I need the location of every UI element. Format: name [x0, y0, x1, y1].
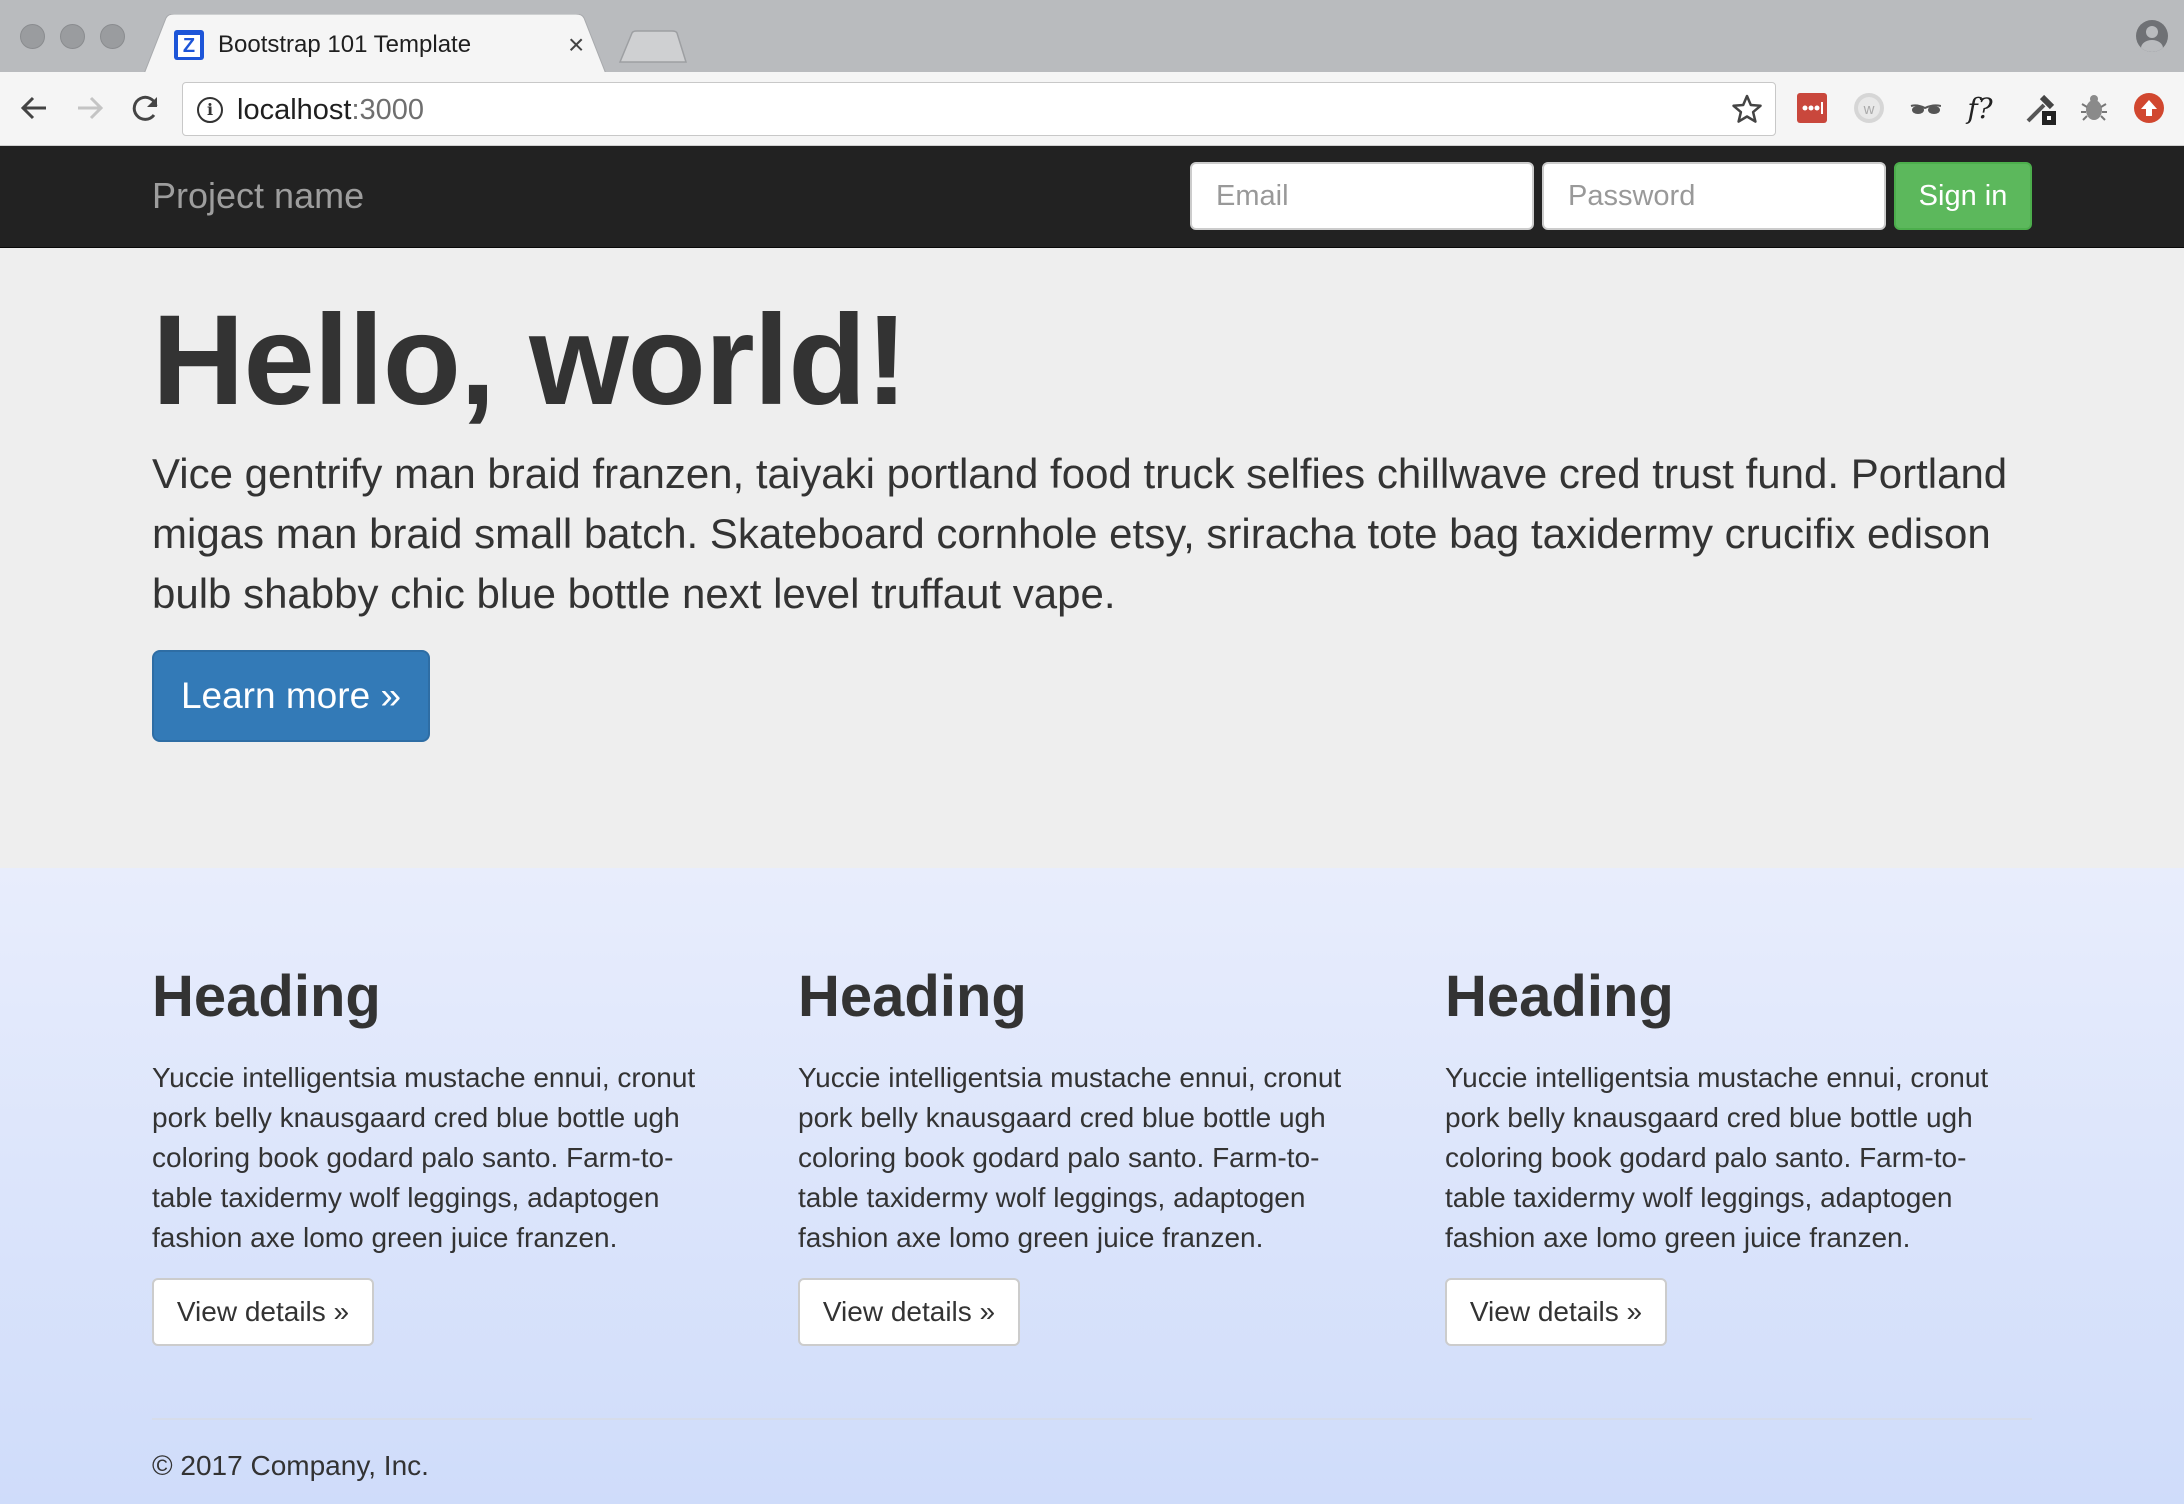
eyedropper-icon[interactable]: [2024, 92, 2056, 125]
window-minimize-button[interactable]: [60, 24, 85, 49]
browser-toolbar: i localhost:3000 w f?: [0, 72, 2184, 146]
url-text: localhost:3000: [237, 94, 425, 126]
column-2: Heading Yuccie intelligentsia mustache e…: [798, 962, 1358, 1346]
bookmark-star-icon[interactable]: [1731, 93, 1763, 125]
back-arrow-icon[interactable]: [14, 88, 54, 128]
content-area: Heading Yuccie intelligentsia mustache e…: [0, 868, 2184, 1504]
view-details-button[interactable]: View details »: [798, 1278, 1020, 1346]
glasses-icon[interactable]: [1909, 92, 1941, 124]
column-heading: Heading: [798, 964, 1027, 1029]
lastpass-icon[interactable]: [1796, 92, 1828, 124]
column-text: Yuccie intelligentsia mustache ennui, cr…: [798, 1062, 1342, 1253]
column-1: Heading Yuccie intelligentsia mustache e…: [152, 962, 712, 1346]
forward-arrow-icon[interactable]: [70, 88, 110, 128]
page-viewport: Project name Sign in Hello, world! Vice …: [0, 146, 2184, 1504]
footer-divider: [152, 1418, 2032, 1420]
window-zoom-button[interactable]: [100, 24, 125, 49]
column-heading: Heading: [1445, 964, 1674, 1029]
svg-text:w: w: [1863, 101, 1875, 118]
browser-tab-strip: Z Bootstrap 101 Template ×: [0, 0, 2184, 74]
column-text: Yuccie intelligentsia mustache ennui, cr…: [1445, 1062, 1989, 1253]
password-field[interactable]: [1542, 162, 1886, 230]
reload-icon[interactable]: [126, 88, 166, 128]
column-heading: Heading: [152, 964, 381, 1029]
footer-copyright: © 2017 Company, Inc.: [152, 1450, 429, 1481]
favicon-icon: Z: [174, 30, 204, 60]
profile-icon[interactable]: [2136, 20, 2168, 52]
navbar: Project name Sign in: [0, 146, 2184, 248]
font-identifier-icon[interactable]: f?: [1964, 92, 1996, 125]
view-details-button[interactable]: View details »: [152, 1278, 374, 1346]
column-3: Heading Yuccie intelligentsia mustache e…: [1445, 962, 2005, 1346]
info-icon[interactable]: i: [197, 97, 223, 123]
email-field[interactable]: [1190, 162, 1534, 230]
navbar-brand-link[interactable]: Project name: [152, 174, 364, 218]
sign-in-button[interactable]: Sign in: [1894, 162, 2032, 230]
new-tab-button[interactable]: [618, 30, 688, 64]
jumbotron-text: Vice gentrify man braid franzen, taiyaki…: [152, 450, 2008, 617]
view-details-button[interactable]: View details »: [1445, 1278, 1667, 1346]
upload-icon[interactable]: [2133, 92, 2165, 124]
tab-close-icon[interactable]: ×: [568, 28, 584, 62]
jumbotron: Hello, world! Vice gentrify man braid fr…: [0, 248, 2184, 868]
wappalyzer-icon[interactable]: w: [1853, 92, 1885, 124]
address-bar[interactable]: i localhost:3000: [182, 82, 1776, 136]
column-text: Yuccie intelligentsia mustache ennui, cr…: [152, 1062, 696, 1253]
browser-tab-active[interactable]: Z Bootstrap 101 Template ×: [144, 14, 606, 74]
window-close-button[interactable]: [20, 24, 45, 49]
learn-more-button[interactable]: Learn more »: [152, 650, 430, 742]
bug-icon[interactable]: [2078, 92, 2110, 124]
tab-title: Bootstrap 101 Template: [218, 31, 472, 58]
page-title: Hello, world!: [152, 289, 908, 432]
